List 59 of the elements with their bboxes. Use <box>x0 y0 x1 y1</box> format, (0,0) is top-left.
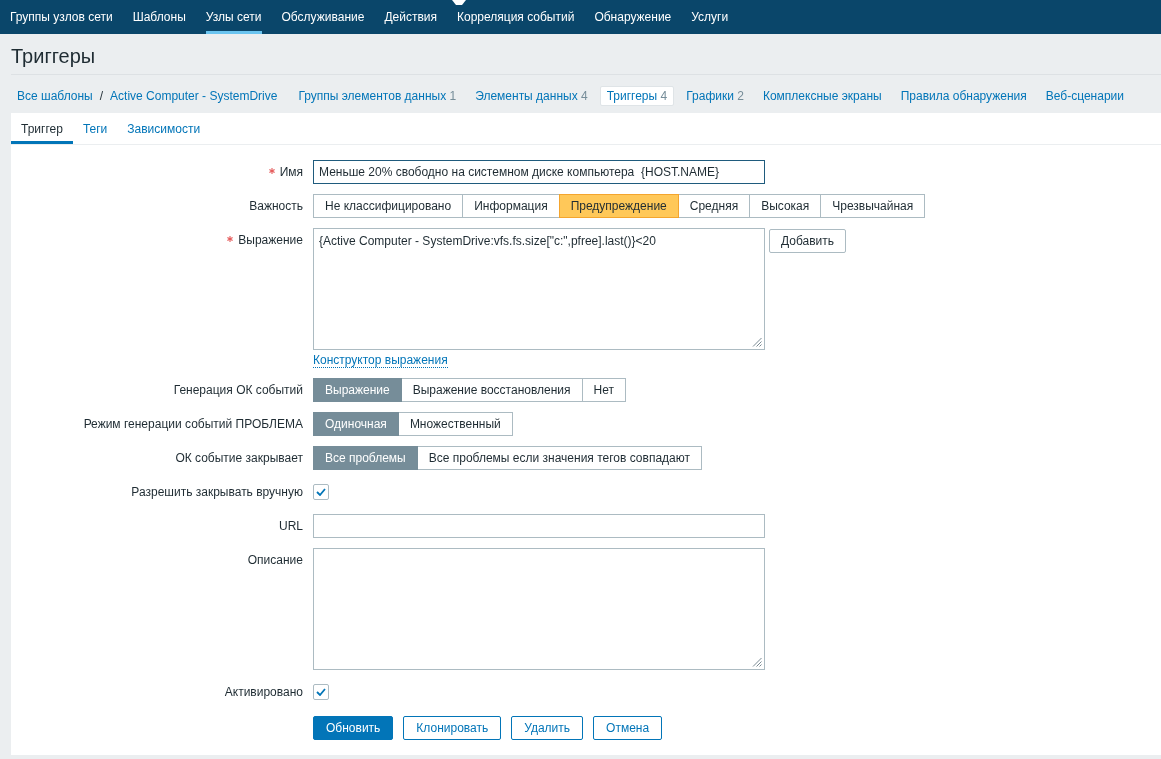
page-title: Триггеры <box>11 44 96 69</box>
field-label: Важность <box>249 199 303 213</box>
severity-option[interactable]: Средняя <box>677 194 751 218</box>
severity-option[interactable]: Информация <box>462 194 560 218</box>
text-input-field[interactable]: Меньше 20% свободно на системном диске компьютера {HOST.NAME} <box>313 160 765 184</box>
severity-option[interactable]: Чрезвычайная <box>820 194 926 218</box>
checkbox[interactable] <box>313 484 329 500</box>
field-label: Разрешить закрывать вручную <box>131 485 303 499</box>
textarea-field[interactable]: {Active Computer - SystemDrive:vfs.fs.size["c:",pfree].last()}<20 <box>313 228 765 350</box>
breadcrumb-separator: / <box>99 89 104 103</box>
section-tab[interactable]: Веб-сценарии <box>1038 86 1131 106</box>
resize-handle-icon[interactable] <box>752 337 762 347</box>
field-label: Режим генерации событий ПРОБЛЕМА <box>83 417 303 431</box>
breadcrumb-link[interactable]: Active Computer - SystemDrive <box>110 89 278 103</box>
field-label: Описание <box>247 553 303 567</box>
add-button[interactable]: Добавить <box>769 229 847 253</box>
nav-menu-item[interactable]: Группы узлов сети <box>10 0 113 34</box>
text-input-field[interactable] <box>313 514 765 538</box>
radio-option[interactable]: Выражение восстановления <box>400 378 583 402</box>
nav-menu-item[interactable]: Обслуживание <box>281 0 365 34</box>
checkbox[interactable] <box>313 684 329 700</box>
textarea-field[interactable] <box>313 548 765 670</box>
severity-option[interactable]: Не классифицировано <box>313 194 464 218</box>
resize-handle-icon[interactable] <box>752 657 762 667</box>
section-tab[interactable]: Комплексные экраны <box>755 86 889 106</box>
nav-menu-item[interactable]: Шаблоны <box>132 0 186 34</box>
section-tab[interactable]: Триггеры 4 <box>599 86 675 106</box>
nav-menu-item[interactable]: Услуги <box>691 0 729 34</box>
radio-option[interactable]: Нет <box>581 378 626 402</box>
form-tab[interactable]: Триггер <box>11 113 73 144</box>
breadcrumb-link[interactable]: Все шаблоны <box>17 89 93 103</box>
field-label: Активировано <box>224 685 303 699</box>
notch-icon <box>452 0 466 5</box>
action-button[interactable]: Удалить <box>511 716 584 740</box>
form-tab[interactable]: Теги <box>72 113 118 144</box>
nav-menu-item[interactable]: Узлы сети <box>205 0 262 34</box>
field-label: Выражение <box>238 233 303 247</box>
checkmark-icon <box>316 488 326 496</box>
radio-option[interactable]: Множественный <box>397 412 513 436</box>
field-label: Генерация ОК событий <box>173 383 303 397</box>
severity-option[interactable]: Высокая <box>749 194 822 218</box>
nav-menu-item[interactable]: Корреляция событий <box>456 0 575 34</box>
action-button[interactable]: Обновить <box>313 716 394 740</box>
section-tab[interactable]: Правила обнаружения <box>893 86 1034 106</box>
nav-menu-item[interactable]: Обнаружение <box>594 0 672 34</box>
field-label: URL <box>279 519 303 533</box>
expression-builder-link[interactable]: Конструктор выражения <box>313 354 448 368</box>
section-tab[interactable]: Графики 2 <box>679 86 751 106</box>
action-button[interactable]: Отмена <box>593 716 663 740</box>
section-tab[interactable]: Группы элементов данных 1 <box>291 86 464 106</box>
field-label: ОК событие закрывает <box>175 451 303 465</box>
checkmark-icon <box>316 688 326 696</box>
severity-option[interactable]: Предупреждение <box>558 194 679 218</box>
field-label: Имя <box>279 165 303 179</box>
section-tab[interactable]: Элементы данных 4 <box>468 86 595 106</box>
nav-menu-item[interactable]: Действия <box>384 0 437 34</box>
action-button[interactable]: Клонировать <box>403 716 502 740</box>
radio-option[interactable]: Все проблемы если значения тегов совпадают <box>416 446 702 470</box>
form-tab[interactable]: Зависимости <box>117 113 211 144</box>
